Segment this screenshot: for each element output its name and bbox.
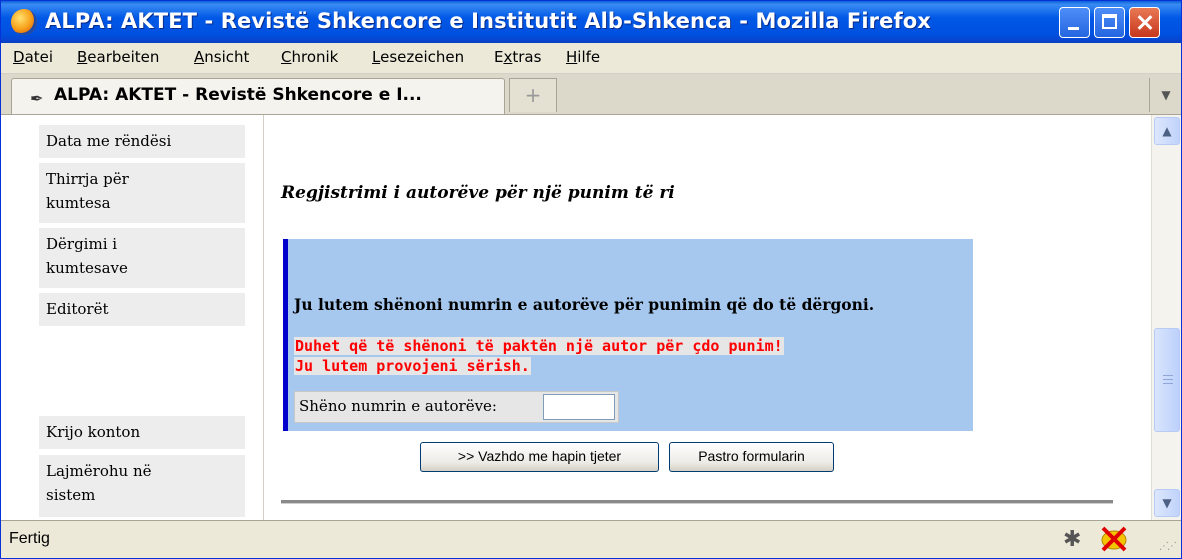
quill-icon: ✒: [30, 89, 44, 108]
author-count-input[interactable]: [543, 394, 615, 420]
tab-title: ALPA: AKTET - Revistë Shkencore e I...: [54, 85, 422, 105]
sidebar-item-thirrja[interactable]: Thirrja për kumtesa: [39, 163, 245, 223]
sidebar-item-label: kumtesa: [46, 194, 111, 212]
sidebar-item-label: kumtesave: [46, 259, 128, 277]
resize-grip-icon[interactable]: ⋰⋰: [1159, 541, 1177, 552]
sidebar-item-label: Dërgimi i: [46, 235, 118, 253]
bug-icon[interactable]: ✱: [1063, 527, 1081, 552]
status-bar: Fertig ✱ ⋰⋰: [1, 520, 1181, 558]
menu-extras[interactable]: Extras: [494, 48, 541, 66]
title-bar[interactable]: ALPA: AKTET - Revistë Shkencore e Instit…: [1, 1, 1181, 43]
continue-button[interactable]: >> Vazhdo me hapin tjeter: [420, 442, 659, 472]
menu-hilfe[interactable]: Hilfe: [566, 48, 600, 66]
menu-bar: Datei Bearbeiten Ansicht Chronik Lesezei…: [1, 43, 1181, 74]
sidebar-item-lajmerohu[interactable]: Lajmërohu në sistem: [39, 455, 245, 517]
new-tab-button[interactable]: +: [509, 78, 557, 112]
sidebar-item-data-me-rendesi[interactable]: Data me rëndësi: [39, 125, 245, 158]
column-divider: [263, 115, 264, 520]
blocked-x-icon[interactable]: [1099, 525, 1129, 553]
maximize-button[interactable]: [1094, 7, 1125, 38]
tab-bar: ✒ ALPA: AKTET - Revistë Shkencore e I...…: [1, 74, 1181, 115]
close-button[interactable]: [1129, 7, 1160, 38]
scroll-thumb[interactable]: [1154, 328, 1180, 432]
author-count-label: Shëno numrin e autorëve:: [299, 397, 497, 415]
author-count-row: Shëno numrin e autorëve:: [294, 391, 619, 423]
grip-line: [1163, 383, 1173, 384]
error-message: Duhet që të shënoni të paktën një autor …: [294, 337, 784, 355]
tab-active[interactable]: ✒ ALPA: AKTET - Revistë Shkencore e I...: [11, 78, 505, 114]
menu-lesezeichen[interactable]: Lesezeichen: [372, 48, 464, 66]
sidebar-item-label: Data me rëndësi: [46, 132, 172, 150]
form-prompt: Ju lutem shënoni numrin e autorëve për p…: [294, 295, 875, 314]
window-title: ALPA: AKTET - Revistë Shkencore e Instit…: [45, 9, 931, 33]
page-content: Data me rëndësi Thirrja për kumtesa Dërg…: [1, 115, 1151, 520]
form-panel: Ju lutem shënoni numrin e autorëve për p…: [283, 239, 973, 431]
scroll-up-icon[interactable]: ▲: [1154, 117, 1180, 145]
sidebar: Data me rëndësi Thirrja për kumtesa Dërg…: [21, 115, 253, 520]
clear-form-button[interactable]: Pastro formularin: [669, 442, 834, 472]
sidebar-item-label: Thirrja për: [46, 170, 129, 188]
grip-line: [1163, 375, 1173, 376]
sidebar-item-dergimi[interactable]: Dërgimi i kumtesave: [39, 228, 245, 288]
vertical-scrollbar[interactable]: ▲ ▼: [1151, 115, 1181, 520]
menu-ansicht[interactable]: Ansicht: [194, 48, 249, 66]
sidebar-item-label: Lajmërohu në: [46, 462, 152, 480]
horizontal-rule: [281, 500, 1113, 504]
sidebar-item-label: Krijo konton: [46, 423, 141, 441]
menu-chronik[interactable]: Chronik: [281, 48, 338, 66]
browser-window: ALPA: AKTET - Revistë Shkencore e Instit…: [0, 0, 1182, 559]
sidebar-item-editoret[interactable]: Editorët: [39, 293, 245, 326]
tab-list-chevron-down-icon[interactable]: ▼: [1149, 78, 1181, 112]
menu-bearbeiten[interactable]: Bearbeiten: [77, 48, 159, 66]
menu-datei[interactable]: Datei: [13, 48, 53, 66]
grip-line: [1163, 379, 1173, 380]
sidebar-item-label: sistem: [46, 486, 96, 504]
sidebar-item-krijo-konton[interactable]: Krijo konton: [39, 416, 245, 449]
error-message-retry: Ju lutem provojeni sërish.: [294, 357, 531, 375]
status-text: Fertig: [9, 530, 50, 547]
firefox-icon[interactable]: [11, 9, 37, 35]
page-title: Regjistrimi i autorëve për një punim të …: [281, 183, 675, 203]
scroll-down-icon[interactable]: ▼: [1154, 489, 1180, 517]
sidebar-item-label: Editorët: [46, 300, 109, 318]
minimize-button[interactable]: [1059, 7, 1090, 38]
